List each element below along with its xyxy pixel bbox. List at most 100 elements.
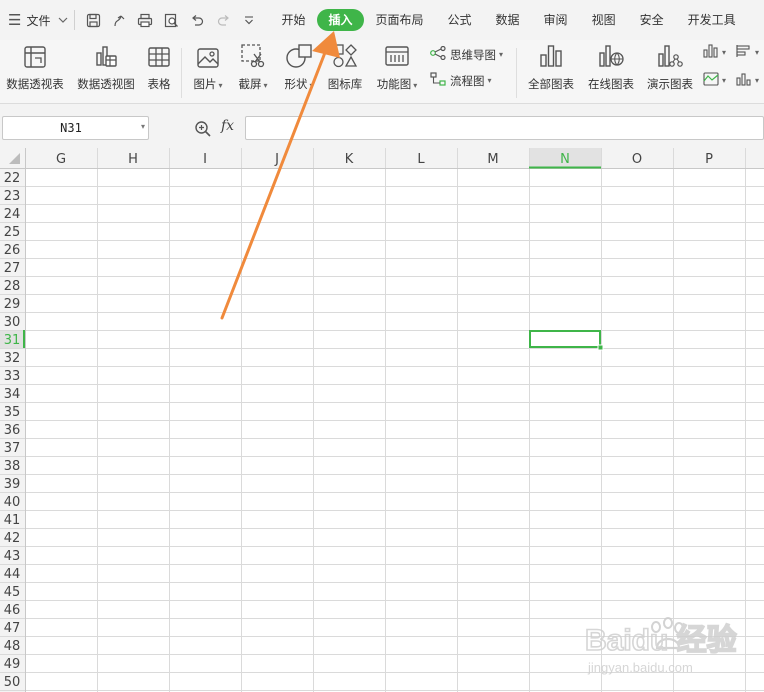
row-header[interactable]: 32: [4, 351, 21, 366]
hamburger-icon: ☰: [8, 11, 22, 29]
column-header[interactable]: N: [560, 152, 570, 167]
shapes-button[interactable]: 形状 ▾: [280, 42, 318, 92]
pivot-chart-button[interactable]: 数据透视图: [75, 42, 137, 92]
column-header-bar: [0, 148, 764, 168]
tab-4[interactable]: 数据: [484, 9, 532, 31]
column-header[interactable]: L: [417, 152, 425, 167]
customize-toolbar-icon[interactable]: [241, 12, 257, 28]
tab-1[interactable]: 插入: [317, 9, 364, 31]
file-menu[interactable]: ☰ 文件: [0, 0, 68, 40]
column-header[interactable]: P: [705, 152, 713, 167]
row-header[interactable]: 42: [4, 531, 21, 546]
row-header[interactable]: 24: [4, 207, 21, 222]
stat-chart-button[interactable]: ▾: [736, 72, 759, 89]
all-charts-button[interactable]: 全部图表: [525, 42, 577, 92]
dropdown-arrow-icon: ▾: [309, 81, 314, 90]
row-header[interactable]: 28: [4, 279, 21, 294]
row-header[interactable]: 37: [4, 441, 21, 456]
mind-map-button[interactable]: 思维导图 ▾: [430, 45, 504, 63]
tab-7[interactable]: 安全: [628, 9, 676, 31]
pivot-table-icon: [23, 45, 47, 72]
row-header[interactable]: 22: [4, 171, 21, 186]
row-header[interactable]: 39: [4, 477, 21, 492]
flowchart-button[interactable]: 流程图 ▾: [430, 72, 492, 89]
tab-5[interactable]: 审阅: [532, 9, 580, 31]
demo-charts-button[interactable]: 演示图表: [644, 42, 696, 92]
online-charts-button[interactable]: 在线图表: [585, 42, 637, 92]
demo-chart-icon: [656, 43, 684, 72]
column-header[interactable]: G: [56, 152, 66, 167]
zoom-icon[interactable]: [194, 120, 212, 141]
column-header[interactable]: H: [128, 152, 138, 167]
demo-charts-label: 演示图表: [647, 77, 693, 91]
row-header[interactable]: 50: [4, 675, 21, 690]
column-header[interactable]: O: [632, 152, 642, 167]
column-chart-button[interactable]: ▾: [703, 44, 726, 61]
dropdown-arrow-icon: ▾: [140, 122, 145, 131]
dropdown-arrow-icon: ▾: [413, 81, 418, 90]
shapes-icon: [285, 43, 313, 72]
undo-icon[interactable]: [189, 12, 205, 28]
row-header[interactable]: 36: [4, 423, 21, 438]
column-header[interactable]: K: [345, 152, 354, 167]
row-header[interactable]: 35: [4, 405, 21, 420]
formula-input[interactable]: [245, 116, 764, 140]
row-header[interactable]: 47: [4, 621, 21, 636]
row-header[interactable]: 34: [4, 387, 21, 402]
row-header[interactable]: 26: [4, 243, 21, 258]
dropdown-arrow-icon: ▾: [487, 76, 492, 85]
pivot-table-button[interactable]: 数据透视表: [4, 42, 66, 92]
function-chart-button[interactable]: 功能图 ▾: [373, 42, 421, 92]
dropdown-arrow-icon: ▾: [755, 76, 760, 85]
tab-2[interactable]: 页面布局: [364, 9, 436, 31]
row-header[interactable]: 29: [4, 297, 21, 312]
picture-button[interactable]: 图片 ▾: [190, 42, 226, 92]
row-header[interactable]: 45: [4, 585, 21, 600]
export-pdf-icon[interactable]: [111, 12, 127, 28]
row-header[interactable]: 46: [4, 603, 21, 618]
tab-6[interactable]: 视图: [580, 9, 628, 31]
screenshot-label: 截屏: [238, 77, 262, 91]
mind-map-icon: [430, 45, 446, 63]
spreadsheet-grid[interactable]: G H I J K L M N O P 22 23 24 25 26 27 28 29 30 31 32 33 34 35 36…: [0, 148, 764, 692]
line-chart-button[interactable]: ▾: [703, 72, 726, 89]
row-header[interactable]: 44: [4, 567, 21, 582]
insert-function-button[interactable]: fx: [221, 118, 234, 134]
print-icon[interactable]: [137, 12, 153, 28]
ribbon-tabs: 开始 插入 页面布局 公式 数据 审阅 视图 安全 开发工具: [269, 0, 747, 40]
row-header[interactable]: 27: [4, 261, 21, 276]
tab-0[interactable]: 开始: [269, 9, 317, 31]
row-header[interactable]: 31: [4, 333, 21, 348]
tab-8[interactable]: 开发工具: [676, 9, 748, 31]
column-header[interactable]: M: [487, 152, 498, 167]
row-header[interactable]: 43: [4, 549, 21, 564]
redo-icon[interactable]: [215, 12, 231, 28]
save-icon[interactable]: [85, 12, 101, 28]
row-header[interactable]: 41: [4, 513, 21, 528]
shapes-label: 形状: [284, 77, 308, 91]
icon-library-button[interactable]: 图标库: [326, 42, 364, 92]
row-header[interactable]: 48: [4, 639, 21, 654]
name-box[interactable]: N31 ▾: [2, 116, 149, 140]
row-header[interactable]: 38: [4, 459, 21, 474]
row-header[interactable]: 33: [4, 369, 21, 384]
row-header[interactable]: 30: [4, 315, 21, 330]
row-header[interactable]: 40: [4, 495, 21, 510]
picture-label: 图片: [193, 77, 217, 91]
row-header[interactable]: 25: [4, 225, 21, 240]
table-button[interactable]: 表格: [145, 42, 173, 92]
insert-ribbon: 数据透视表 数据透视图 表格 图片 ▾ 截屏 ▾ 形状 ▾ 图标库 功能图 ▾ …: [0, 40, 764, 104]
row-header[interactable]: 49: [4, 657, 21, 672]
fill-handle[interactable]: [597, 344, 604, 351]
all-charts-label: 全部图表: [528, 77, 574, 91]
quick-access-toolbar: [85, 12, 257, 28]
screenshot-button[interactable]: 截屏 ▾: [235, 42, 271, 92]
print-preview-icon[interactable]: [163, 12, 179, 28]
column-header[interactable]: J: [274, 152, 279, 167]
column-header[interactable]: I: [203, 152, 207, 167]
bar-chart-button[interactable]: ▾: [736, 44, 759, 61]
dropdown-arrow-icon: ▾: [499, 50, 504, 59]
row-header[interactable]: 23: [4, 189, 21, 204]
table-label: 表格: [147, 77, 171, 91]
tab-3[interactable]: 公式: [436, 9, 484, 31]
